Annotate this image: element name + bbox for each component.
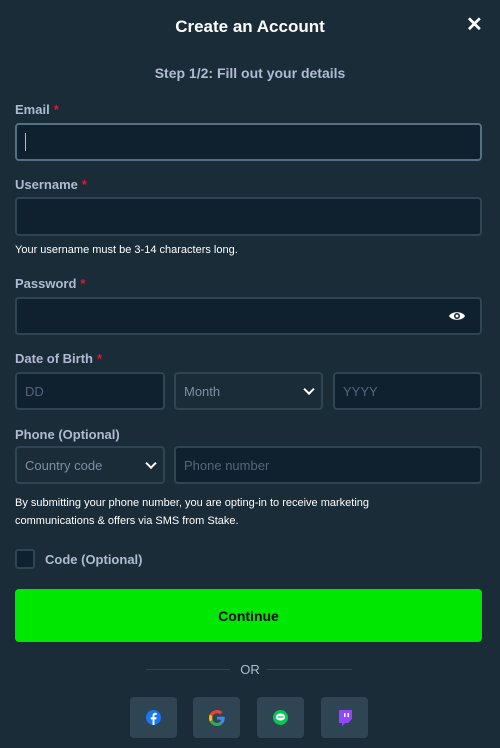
- dob-year-input[interactable]: YYYY: [333, 372, 482, 410]
- twitch-icon: [338, 709, 352, 726]
- eye-icon[interactable]: [448, 309, 466, 323]
- username-label: Username *: [15, 177, 87, 192]
- close-icon[interactable]: ✕: [466, 12, 483, 37]
- code-label[interactable]: Code (Optional): [45, 552, 143, 567]
- facebook-icon: [146, 710, 161, 725]
- phone-placeholder: Phone number: [184, 457, 270, 473]
- country-placeholder: Country code: [25, 457, 103, 473]
- dob-day-input[interactable]: DD: [15, 372, 165, 410]
- phone-number-input[interactable]: Phone number: [174, 446, 482, 484]
- or-divider-label: OR: [240, 662, 260, 677]
- username-input[interactable]: [15, 197, 482, 236]
- password-input[interactable]: [15, 297, 482, 335]
- required-marker: *: [53, 102, 59, 117]
- dob-label: Date of Birth *: [15, 351, 102, 366]
- country-code-select[interactable]: Country code: [15, 446, 165, 484]
- google-login-button[interactable]: [193, 697, 240, 738]
- chevron-down-icon: [303, 383, 315, 396]
- divider-right: [267, 669, 352, 670]
- day-placeholder: DD: [25, 383, 44, 399]
- required-marker: *: [80, 276, 86, 291]
- continue-button[interactable]: Continue: [15, 589, 482, 642]
- required-marker: *: [97, 351, 103, 366]
- line-login-button[interactable]: [257, 697, 304, 738]
- google-icon: [208, 709, 225, 726]
- username-label-text: Username: [15, 177, 78, 192]
- password-label-text: Password: [15, 276, 77, 291]
- email-label: Email *: [15, 102, 59, 117]
- year-placeholder: YYYY: [343, 383, 378, 399]
- twitch-login-button[interactable]: [321, 697, 368, 738]
- dialog-title: Create an Account: [175, 17, 325, 36]
- username-help: Your username must be 3-14 characters lo…: [15, 244, 238, 256]
- phone-label: Phone (Optional): [15, 427, 120, 442]
- phone-disclaimer-line1: By submitting your phone number, you are…: [15, 497, 370, 509]
- chevron-down-icon: [145, 457, 157, 470]
- dob-label-text: Date of Birth: [15, 351, 93, 366]
- required-marker: *: [81, 177, 87, 192]
- line-icon: [273, 710, 288, 725]
- phone-disclaimer-line2: communications & offers via SMS from Sta…: [15, 515, 239, 527]
- code-checkbox[interactable]: [15, 549, 35, 569]
- email-input[interactable]: [15, 123, 482, 161]
- text-cursor: [25, 133, 26, 151]
- dob-month-select[interactable]: Month: [174, 372, 323, 410]
- step-indicator: Step 1/2: Fill out your details: [154, 65, 346, 81]
- email-label-text: Email: [15, 102, 50, 117]
- month-placeholder: Month: [184, 383, 221, 399]
- facebook-login-button[interactable]: [130, 697, 177, 738]
- password-label: Password *: [15, 276, 85, 291]
